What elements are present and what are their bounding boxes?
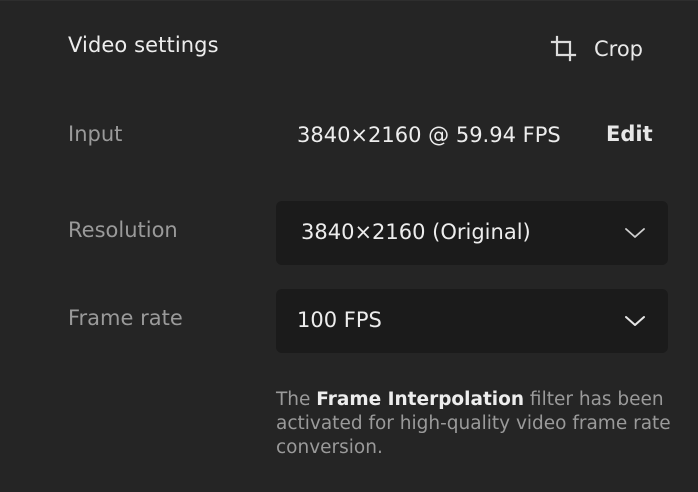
edit-input-button[interactable]: Edit: [606, 122, 653, 146]
note-highlight: Frame Interpolation: [316, 389, 525, 410]
panel-title: Video settings: [68, 33, 219, 57]
chevron-down-icon: [625, 316, 645, 326]
frame-rate-label: Frame rate: [68, 306, 183, 330]
resolution-label: Resolution: [68, 218, 178, 242]
crop-button[interactable]: Crop: [548, 31, 643, 67]
crop-icon: [550, 35, 577, 62]
crop-label: Crop: [594, 37, 644, 61]
video-settings-panel: Video settings Crop Input 3840×2160 @ 59…: [0, 0, 698, 492]
resolution-selected-value: 3840×2160 (Original): [301, 220, 531, 244]
resolution-select[interactable]: 3840×2160 (Original): [276, 201, 668, 265]
input-label: Input: [68, 122, 123, 146]
frame-interpolation-note: The Frame Interpolation filter has been …: [276, 388, 676, 460]
note-prefix: The: [276, 389, 317, 410]
frame-rate-selected-value: 100 FPS: [297, 308, 382, 332]
chevron-down-icon: [625, 228, 645, 238]
frame-rate-select[interactable]: 100 FPS: [276, 289, 668, 353]
input-value: 3840×2160 @ 59.94 FPS: [297, 123, 561, 147]
